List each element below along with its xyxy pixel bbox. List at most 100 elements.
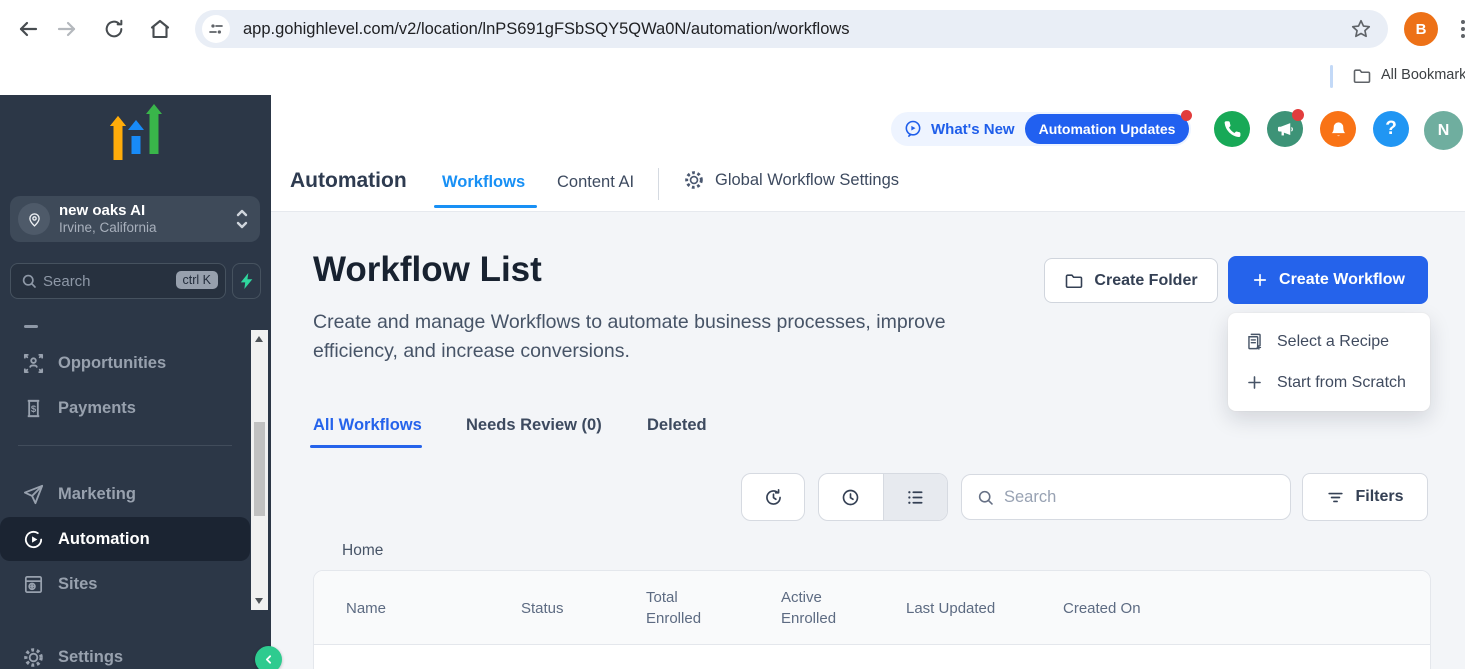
scroll-down-icon[interactable]: [255, 598, 263, 604]
sidebar-item-label: Marketing: [58, 485, 136, 504]
active-tab-underline: [434, 205, 537, 208]
sidebar-item-label: Settings: [58, 648, 123, 667]
user-avatar[interactable]: N: [1424, 111, 1463, 150]
recipe-icon: [1245, 332, 1264, 351]
content-header: What's New Automation Updates: [271, 95, 1465, 212]
menu-item-select-recipe[interactable]: Select a Recipe: [1228, 321, 1430, 362]
location-pin-icon: [18, 203, 50, 235]
tab-workflows[interactable]: Workflows: [442, 173, 525, 192]
notification-dot: [1292, 109, 1304, 121]
gear-icon: [683, 169, 705, 191]
execution-logs-button[interactable]: [741, 473, 805, 521]
workflow-table: Name Status Total Enrolled Active Enroll…: [313, 570, 1431, 669]
column-header-created-on: Created On: [1063, 571, 1141, 645]
create-workflow-button[interactable]: Create Workflow: [1228, 256, 1428, 304]
automation-icon: [22, 528, 45, 551]
filters-button[interactable]: Filters: [1302, 473, 1428, 521]
column-header-status: Status: [521, 571, 564, 645]
bell-icon: [1329, 120, 1348, 139]
account-location: Irvine, California: [59, 220, 157, 235]
menu-item-start-from-scratch[interactable]: Start from Scratch: [1228, 362, 1430, 403]
breadcrumb-home[interactable]: Home: [342, 542, 383, 560]
whats-new-icon: [903, 119, 923, 139]
clipped-nav-item-icon: [24, 325, 38, 328]
column-header-active-enrolled: Active Enrolled: [781, 571, 845, 645]
menu-item-label: Start from Scratch: [1277, 374, 1406, 392]
svg-text:$: $: [31, 403, 37, 414]
browser-profile-avatar[interactable]: B: [1404, 12, 1438, 46]
whats-new-label: What's New: [931, 121, 1015, 138]
recent-view-button[interactable]: [819, 474, 883, 520]
sidebar-collapse-button[interactable]: [255, 646, 282, 669]
quick-actions-button[interactable]: [232, 263, 261, 299]
url-bar[interactable]: app.gohighlevel.com/v2/location/lnPS691g…: [195, 10, 1388, 48]
active-subtab-underline: [310, 445, 422, 448]
search-icon: [976, 488, 995, 507]
reload-icon[interactable]: [103, 18, 125, 40]
site-settings-icon[interactable]: [202, 15, 230, 43]
url-text: app.gohighlevel.com/v2/location/lnPS691g…: [243, 10, 850, 48]
filter-icon: [1326, 488, 1345, 507]
phone-icon: [1223, 120, 1242, 139]
lightning-icon: [240, 273, 254, 289]
forward-icon[interactable]: [55, 17, 79, 41]
sidebar-item-label: Sites: [58, 575, 97, 594]
subtab-deleted[interactable]: Deleted: [647, 416, 707, 435]
sidebar-item-marketing[interactable]: Marketing: [0, 472, 250, 516]
sidebar-search-input[interactable]: [43, 264, 163, 298]
column-header-total-enrolled: Total Enrolled: [646, 571, 710, 645]
sidebar-item-automation[interactable]: Automation: [0, 517, 250, 561]
bookmark-star-icon[interactable]: [1350, 18, 1372, 40]
browser-toolbar: app.gohighlevel.com/v2/location/lnPS691g…: [0, 0, 1465, 58]
shortcut-badge: ctrl K: [176, 271, 218, 289]
tab-divider: [658, 168, 659, 200]
sidebar-item-opportunities[interactable]: Opportunities: [0, 341, 250, 385]
gear-icon: [22, 646, 45, 669]
announcements-button[interactable]: [1267, 111, 1303, 147]
sidebar-item-label: Opportunities: [58, 354, 166, 373]
whats-new-pill[interactable]: What's New Automation Updates: [891, 112, 1191, 146]
browser-menu-icon[interactable]: [1459, 19, 1465, 39]
profile-initial: B: [1416, 21, 1427, 38]
app-shell: new oaks AI Irvine, California ctrl K: [0, 95, 1465, 669]
column-header-last-updated: Last Updated: [906, 571, 995, 645]
all-bookmarks-label[interactable]: All Bookmarks: [1381, 67, 1465, 83]
scrollbar-thumb[interactable]: [254, 422, 265, 516]
question-mark-icon: ?: [1385, 118, 1397, 140]
sidebar-item-settings[interactable]: Settings: [0, 635, 250, 669]
sidebar-item-sites[interactable]: Sites: [0, 562, 250, 606]
list-view-button[interactable]: [883, 474, 948, 520]
list-icon: [905, 487, 926, 508]
filters-label: Filters: [1355, 488, 1403, 506]
folder-icon: [1064, 271, 1084, 291]
global-workflow-settings-link[interactable]: Global Workflow Settings: [683, 169, 899, 191]
sidebar-item-label: Automation: [58, 530, 150, 549]
help-button[interactable]: ?: [1373, 111, 1409, 147]
chevron-left-icon: [262, 653, 275, 666]
tab-content-ai[interactable]: Content AI: [557, 173, 634, 192]
column-header-name: Name: [346, 571, 386, 645]
subtab-needs-review[interactable]: Needs Review (0): [466, 416, 602, 435]
back-icon[interactable]: [16, 17, 40, 41]
scroll-up-icon[interactable]: [255, 336, 263, 342]
bookmarks-bar: All Bookmarks: [0, 58, 1465, 95]
clock-icon: [840, 487, 861, 508]
automation-updates-label: Automation Updates: [1039, 121, 1176, 137]
menu-item-label: Select a Recipe: [1277, 333, 1389, 351]
subtab-all-workflows[interactable]: All Workflows: [313, 416, 422, 435]
workflow-search-input[interactable]: [1004, 475, 1279, 519]
automation-updates-badge[interactable]: Automation Updates: [1025, 114, 1190, 144]
sidebar-search[interactable]: ctrl K: [10, 263, 226, 299]
sidebar-item-payments[interactable]: $ Payments: [0, 386, 250, 430]
account-name: new oaks AI: [59, 202, 145, 219]
global-workflow-settings-label: Global Workflow Settings: [715, 171, 899, 190]
home-icon[interactable]: [148, 17, 172, 41]
location-switcher[interactable]: new oaks AI Irvine, California: [10, 196, 260, 242]
bookmarks-separator: [1330, 65, 1333, 88]
sidebar-scrollbar[interactable]: [251, 330, 268, 610]
create-folder-button[interactable]: Create Folder: [1044, 258, 1218, 303]
notifications-button[interactable]: [1320, 111, 1356, 147]
workflow-search[interactable]: [961, 474, 1291, 520]
phone-button[interactable]: [1214, 111, 1250, 147]
create-folder-label: Create Folder: [1094, 272, 1197, 290]
